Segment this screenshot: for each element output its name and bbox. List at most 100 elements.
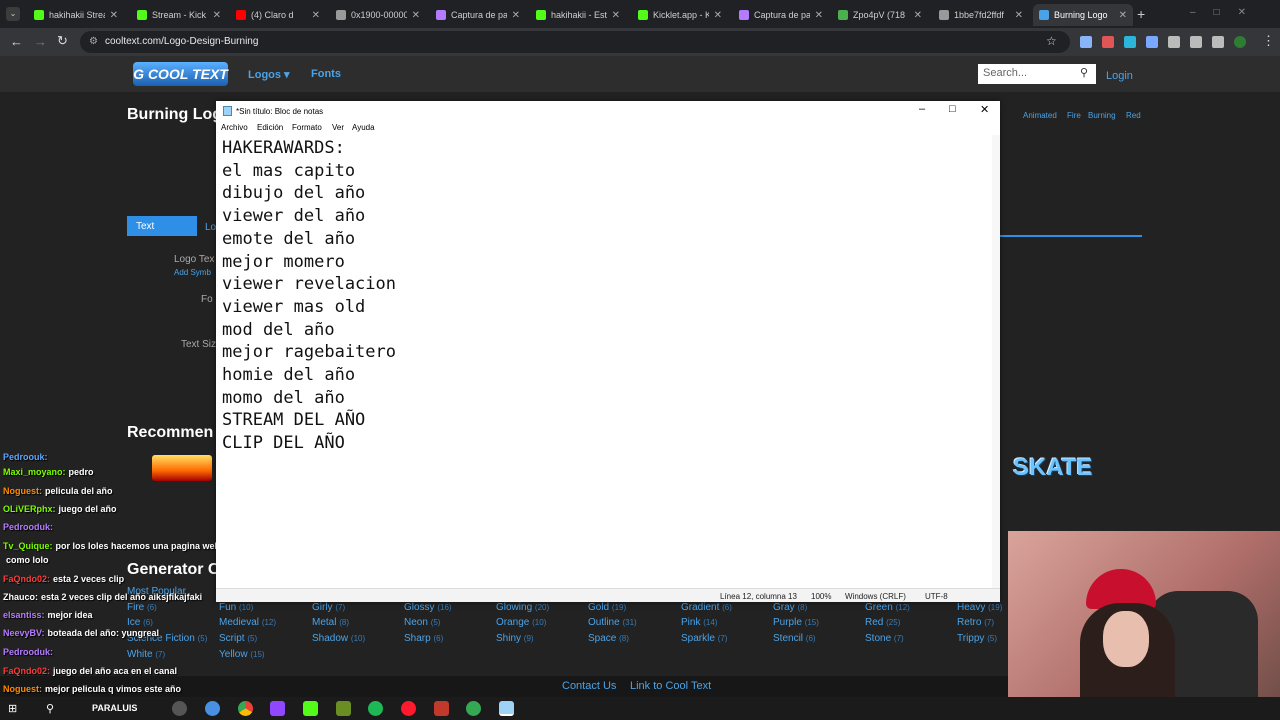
category-link[interactable]: Fire (6) xyxy=(127,602,157,613)
category-link[interactable]: Medieval (12) xyxy=(219,617,276,628)
minimize-button[interactable]: – xyxy=(919,103,925,115)
start-button[interactable]: ⊞ xyxy=(8,702,17,715)
back-icon[interactable]: ← xyxy=(10,34,23,49)
add-symbol-link[interactable]: Add Symb xyxy=(174,268,211,277)
contact-us-link[interactable]: Contact Us xyxy=(562,680,616,692)
category-link[interactable]: Red (25) xyxy=(865,617,900,628)
category-link[interactable]: Neon (5) xyxy=(404,617,440,628)
reload-icon[interactable]: ↻ xyxy=(57,33,68,49)
category-link[interactable]: Sparkle (7) xyxy=(681,633,727,644)
category-link[interactable]: Space (8) xyxy=(588,633,629,644)
category-link[interactable]: Pink (14) xyxy=(681,617,717,628)
tab-close-icon[interactable]: ✕ xyxy=(914,10,922,21)
tag-link[interactable]: Fire xyxy=(1067,111,1081,120)
vertical-scrollbar[interactable] xyxy=(992,135,1000,588)
login-link[interactable]: Login xyxy=(1106,70,1133,82)
tag-link[interactable]: Animated xyxy=(1023,111,1057,120)
taskbar-app-6[interactable] xyxy=(466,701,481,716)
tab-logo[interactable]: Lo xyxy=(205,222,216,233)
menu-item[interactable]: Edición xyxy=(257,123,283,132)
category-link[interactable]: Fun (10) xyxy=(219,602,253,613)
taskbar-search-icon[interactable]: ⚲ xyxy=(46,702,54,715)
tab-close-icon[interactable]: ✕ xyxy=(714,10,722,21)
tag-link[interactable]: Red xyxy=(1126,111,1141,120)
tab-search-button[interactable]: ⌄ xyxy=(6,7,20,21)
category-link[interactable]: Outline (31) xyxy=(588,617,637,628)
notepad-editor[interactable]: HAKERAWARDS: el mas capito dibujo del año v… xyxy=(222,137,396,455)
category-link[interactable]: Yellow (15) xyxy=(219,649,265,660)
category-link[interactable]: Trippy (5) xyxy=(957,633,997,644)
search-icon[interactable]: ⚲ xyxy=(1080,66,1088,79)
menu-item[interactable]: Ayuda xyxy=(352,123,375,132)
taskbar-app-5[interactable] xyxy=(434,701,449,716)
browser-tab[interactable]: (4) Claro d ✕ xyxy=(230,4,326,26)
category-link[interactable]: White (7) xyxy=(127,649,165,660)
browser-tab[interactable]: Burning Logo ✕ xyxy=(1033,4,1133,26)
menu-item[interactable]: Ver xyxy=(332,123,344,132)
tab-close-icon[interactable]: ✕ xyxy=(612,10,620,21)
category-link[interactable]: Retro (7) xyxy=(957,617,994,628)
browser-tab[interactable]: 0x1900-00000 ✕ xyxy=(330,4,426,26)
skate-logo-thumbnail[interactable]: SKATE xyxy=(1013,454,1093,482)
tab-close-icon[interactable]: ✕ xyxy=(1015,10,1023,21)
extensions-icons[interactable] xyxy=(1080,36,1250,48)
site-info-icon[interactable]: ⚙ xyxy=(89,31,98,53)
forward-icon[interactable]: → xyxy=(34,34,47,49)
tag-link[interactable]: Burning xyxy=(1088,111,1116,120)
browser-tab[interactable]: Stream - Kick ✕ xyxy=(131,4,227,26)
maximize-button[interactable]: □ xyxy=(949,103,956,115)
category-link[interactable]: Gradient (6) xyxy=(681,602,732,613)
taskbar-notepad-icon[interactable] xyxy=(499,701,514,716)
category-link[interactable]: Gray (8) xyxy=(773,602,807,613)
browser-tab[interactable]: 1bbe7fd2ffdf ✕ xyxy=(933,4,1029,26)
category-link[interactable]: Heavy (19) xyxy=(957,602,1002,613)
browser-tab[interactable]: hakihakii Strea ✕ xyxy=(28,4,124,26)
category-link[interactable]: Glossy (16) xyxy=(404,602,452,613)
nav-logos[interactable]: Logos ▾ xyxy=(248,68,290,81)
tab-close-icon[interactable]: ✕ xyxy=(512,10,520,21)
category-link[interactable]: Ice (6) xyxy=(127,617,153,628)
fire-logo-thumbnail[interactable] xyxy=(152,455,212,481)
browser-tab[interactable]: Kicklet.app - K ✕ xyxy=(632,4,728,26)
bookmark-star-icon[interactable]: ☆ xyxy=(1046,34,1057,48)
taskbar-kick-icon[interactable] xyxy=(303,701,318,716)
tab-close-icon[interactable]: ✕ xyxy=(412,10,420,21)
category-link[interactable]: Metal (8) xyxy=(312,617,349,628)
taskbar-app-3[interactable] xyxy=(270,701,285,716)
category-link[interactable]: Gold (19) xyxy=(588,602,626,613)
nav-fonts[interactable]: Fonts xyxy=(311,68,341,80)
taskbar-chrome-icon[interactable] xyxy=(238,701,253,716)
menu-item[interactable]: Formato xyxy=(292,123,322,132)
taskbar-opera-icon[interactable] xyxy=(401,701,416,716)
address-bar[interactable]: ⚙ cooltext.com/Logo-Design-Burning xyxy=(80,31,1070,53)
category-link[interactable]: Shadow (10) xyxy=(312,633,365,644)
category-link[interactable]: Green (12) xyxy=(865,602,910,613)
category-link[interactable]: Glowing (20) xyxy=(496,602,549,613)
link-to-cooltext[interactable]: Link to Cool Text xyxy=(630,680,711,692)
tab-close-icon[interactable]: ✕ xyxy=(213,10,221,21)
taskbar-spotify-icon[interactable] xyxy=(368,701,383,716)
taskbar-app-1[interactable] xyxy=(172,701,187,716)
category-link[interactable]: Purple (15) xyxy=(773,617,819,628)
taskbar-app-4[interactable] xyxy=(336,701,351,716)
browser-tab[interactable]: hakihakii - Esta ✕ xyxy=(530,4,626,26)
category-link[interactable]: Orange (10) xyxy=(496,617,546,628)
taskbar-app-2[interactable] xyxy=(205,701,220,716)
window-controls[interactable]: –□✕ xyxy=(1190,7,1264,18)
tab-close-icon[interactable]: ✕ xyxy=(312,10,320,21)
tab-close-icon[interactable]: ✕ xyxy=(1119,10,1127,21)
menu-icon[interactable]: ⋮ xyxy=(1262,33,1275,49)
browser-tab[interactable]: Captura de pa ✕ xyxy=(733,4,829,26)
browser-tab[interactable]: Captura de pa ✕ xyxy=(430,4,526,26)
category-link[interactable]: Stencil (6) xyxy=(773,633,816,644)
cooltext-logo[interactable]: G COOL TEXT xyxy=(133,62,228,86)
category-link[interactable]: Shiny (9) xyxy=(496,633,534,644)
tab-close-icon[interactable]: ✕ xyxy=(110,10,118,21)
category-link[interactable]: Script (5) xyxy=(219,633,257,644)
new-tab-icon[interactable]: + xyxy=(1137,6,1145,22)
tab-text[interactable]: Text xyxy=(127,216,197,236)
close-button[interactable]: ✕ xyxy=(980,103,989,116)
tab-close-icon[interactable]: ✕ xyxy=(815,10,823,21)
menu-item[interactable]: Archivo xyxy=(221,123,248,132)
category-link[interactable]: Stone (7) xyxy=(865,633,904,644)
